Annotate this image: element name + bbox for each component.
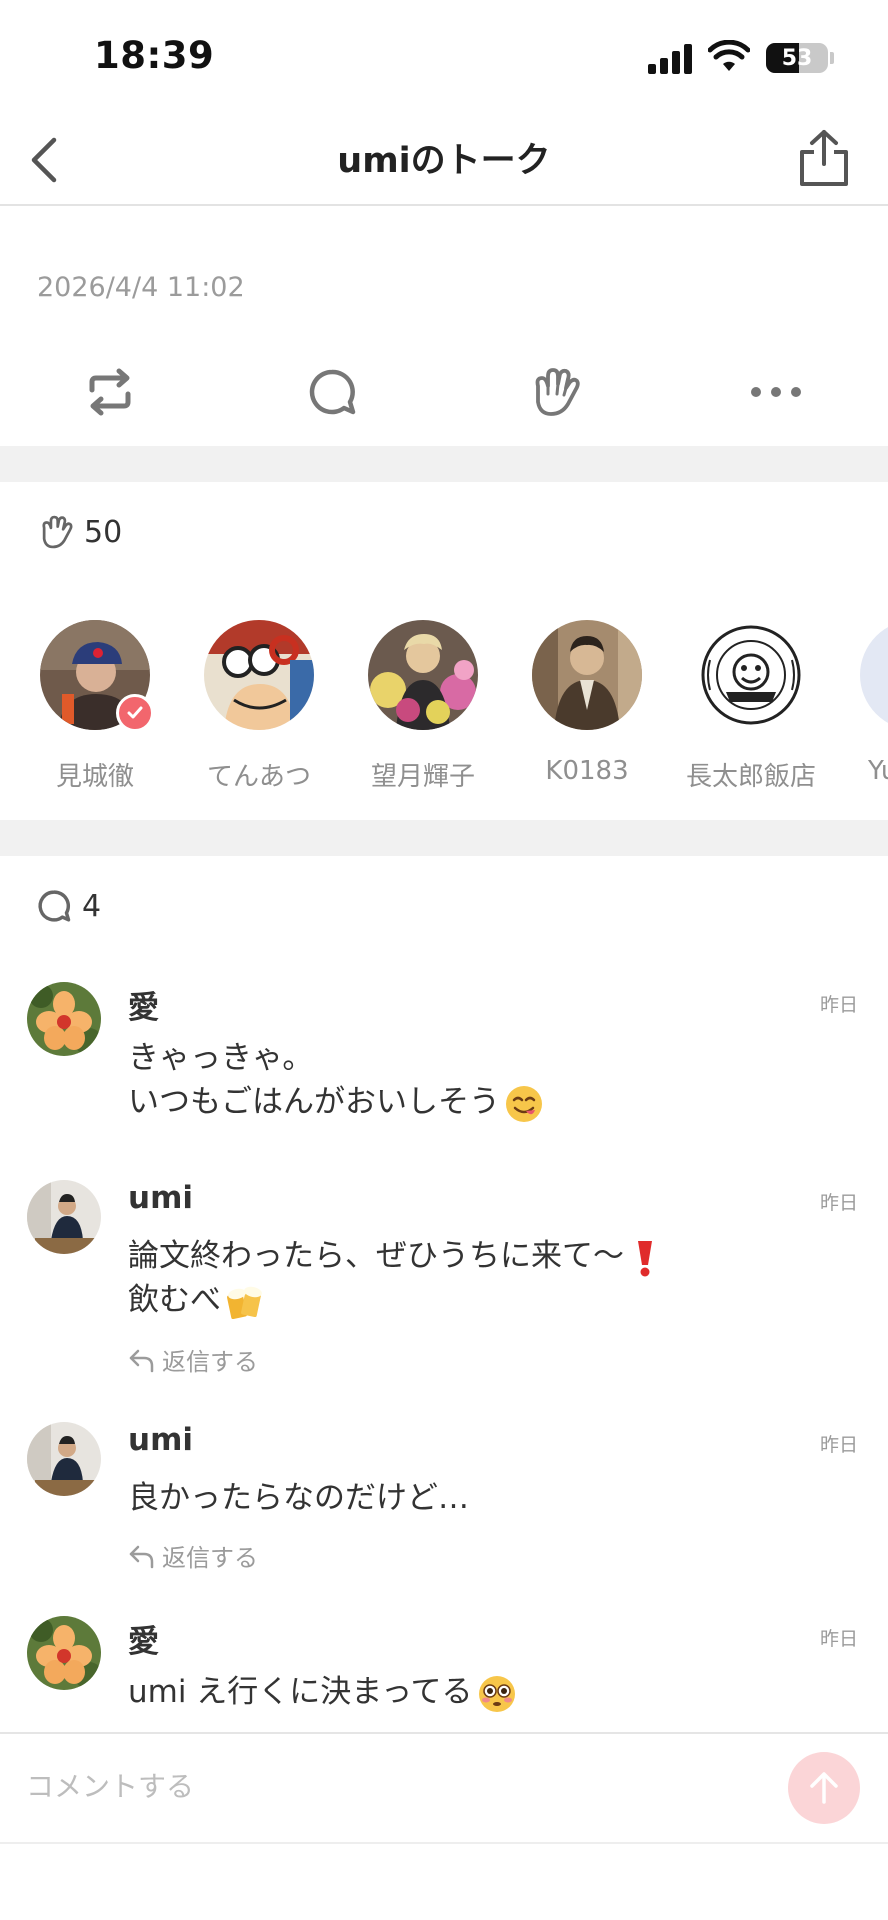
red-exclamation-emoji-icon <box>638 1240 652 1276</box>
comment-line: きゃっきゃ。 <box>128 1040 314 1076</box>
status-time: 18:39 <box>94 34 215 77</box>
comment-composer <box>0 1732 888 1844</box>
avatar-photo <box>204 620 314 730</box>
comment-line-row: 飲むべ <box>128 1278 662 1322</box>
comment-time: 昨日 <box>819 1192 858 1214</box>
comment-author[interactable]: 愛 <box>128 982 159 1027</box>
clapper-item[interactable]: 長太郎飯店 <box>676 618 826 793</box>
post-date: 2026/4/4 11:02 <box>37 272 245 303</box>
clapper-item[interactable]: K0183 <box>512 618 662 786</box>
nav-bar: umiのトーク <box>0 112 888 206</box>
clap-count: 50 <box>84 514 123 550</box>
beer-mugs-emoji-icon <box>227 1286 262 1319</box>
page-title: umiのトーク <box>337 141 551 181</box>
yum-face-emoji-icon <box>506 1085 542 1122</box>
verified-badge-icon <box>116 694 154 732</box>
reply-button[interactable]: 返信する <box>128 1342 258 1377</box>
battery-nub <box>830 52 834 64</box>
avatar <box>40 620 154 732</box>
section-divider <box>0 446 888 482</box>
avatar <box>696 620 806 730</box>
clapper-item[interactable]: 望月輝子 <box>348 618 498 793</box>
comment-item: umi 昨日 論文終わったら、ぜひうちに来て〜 飲むべ 返信する <box>0 1180 888 1380</box>
comment-input[interactable] <box>26 1764 726 1808</box>
comment-text: きゃっきゃ。 いつもごはんがおいしそう <box>128 1036 544 1124</box>
comment-line-row: 論文終わったら、ぜひうちに来て〜 <box>128 1234 662 1278</box>
reply-button[interactable]: 返信する <box>128 1538 258 1573</box>
comment-avatar[interactable] <box>27 982 101 1056</box>
comment-time: 昨日 <box>819 994 858 1016</box>
comment-count-row: 4 <box>36 884 101 928</box>
comment-item: 愛 昨日 umi え行くに決まってる <box>0 1616 888 1726</box>
repost-button[interactable] <box>82 352 138 432</box>
clapper-name: 長太郎飯店 <box>685 762 816 792</box>
send-button[interactable] <box>788 1752 860 1824</box>
comment-item: umi 昨日 良かったらなのだけど… 返信する <box>0 1422 888 1582</box>
clap-count-row[interactable]: 50 <box>36 510 122 554</box>
more-options-button[interactable] <box>748 352 804 432</box>
comment-avatar[interactable] <box>27 1422 101 1496</box>
comment-text: umi え行くに決まってる <box>128 1670 517 1714</box>
comment-line: 飲むべ <box>128 1282 221 1318</box>
flushed-face-emoji-icon <box>478 1675 515 1712</box>
clapper-name: 見城徹 <box>55 762 134 792</box>
reply-arrow-icon <box>129 1545 154 1568</box>
reply-label: 返信する <box>162 1544 258 1572</box>
comment-line: 良かったらなのだけど… <box>128 1480 469 1516</box>
clapper-item[interactable]: Yu <box>840 618 888 786</box>
repost-icon <box>89 368 131 416</box>
clap-button[interactable] <box>526 352 582 432</box>
battery-percent: 53 <box>781 45 813 71</box>
avatar-photo <box>368 620 478 730</box>
comment-line: umi え行くに決まってる <box>128 1674 473 1710</box>
share-icon[interactable] <box>798 128 850 188</box>
clapper-name: 望月輝子 <box>370 762 475 792</box>
comment-time: 昨日 <box>819 1434 858 1456</box>
status-bar: 18:39 53 <box>0 0 888 112</box>
clap-hand-icon <box>535 368 580 416</box>
reply-arrow-icon <box>129 1349 154 1372</box>
comment-line: いつもごはんがおいしそう <box>128 1084 500 1120</box>
battery-icon: 53 <box>766 43 828 73</box>
cellular-signal-icon <box>648 42 694 74</box>
comment-avatar[interactable] <box>27 1180 101 1254</box>
comment-bubble-icon <box>309 369 356 415</box>
comment-bubble-icon <box>38 890 71 922</box>
comment-text: 良かったらなのだけど… <box>128 1476 469 1520</box>
comment-line-row: いつもごはんがおいしそう <box>128 1080 544 1124</box>
clapper-name: てんあつ <box>206 762 311 792</box>
comment-author[interactable]: 愛 <box>128 1616 159 1661</box>
comment-line-row: umi え行くに決まってる <box>128 1670 517 1714</box>
avatar-logo <box>696 620 806 730</box>
avatar-photo <box>532 620 642 730</box>
post-actions <box>0 352 888 432</box>
clapper-item[interactable]: 見城徹 <box>20 618 170 793</box>
comment-item: 愛 昨日 きゃっきゃ。 いつもごはんがおいしそう <box>0 982 888 1162</box>
wifi-icon <box>708 40 750 71</box>
reply-label: 返信する <box>162 1348 258 1376</box>
comment-author[interactable]: umi <box>128 1422 193 1458</box>
avatar <box>204 620 314 730</box>
clapper-item[interactable]: てんあつ <box>184 618 334 793</box>
comment-line: 論文終わったら、ぜひうちに来て〜 <box>128 1238 624 1274</box>
clap-hand-icon <box>42 515 73 549</box>
avatar <box>532 620 642 730</box>
comment-avatar[interactable] <box>27 1616 101 1690</box>
more-dots-icon <box>751 387 801 397</box>
comment-author[interactable]: umi <box>128 1180 193 1216</box>
avatar-placeholder <box>860 620 888 730</box>
clapper-list: 見城徹 てんあつ 望月輝子 K0183 長太郎飯店 Y <box>0 618 888 798</box>
section-divider <box>0 820 888 856</box>
avatar <box>368 620 478 730</box>
comment-time: 昨日 <box>819 1628 858 1650</box>
comment-button[interactable] <box>304 352 360 432</box>
comment-text: 論文終わったら、ぜひうちに来て〜 飲むべ <box>128 1234 662 1322</box>
arrow-up-icon <box>810 1772 838 1804</box>
clapper-name: Yu <box>868 756 888 786</box>
avatar <box>860 620 888 730</box>
clapper-name: K0183 <box>545 756 629 786</box>
comment-count: 4 <box>82 888 102 924</box>
